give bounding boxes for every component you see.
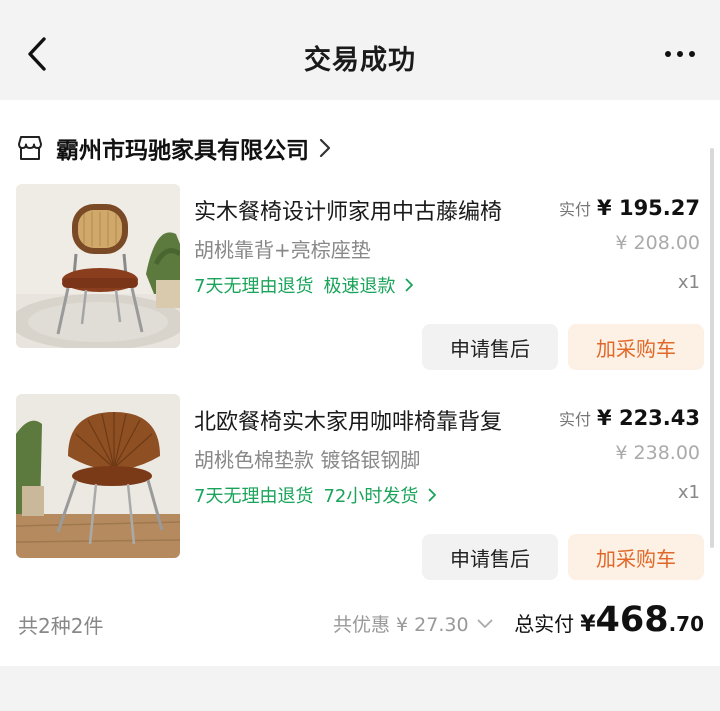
quantity: x1	[677, 482, 700, 503]
item-count: 共2种2件	[18, 614, 104, 638]
quantity: x1	[677, 272, 700, 293]
original-price: ¥ 238.00	[615, 442, 700, 464]
total-paid-integer: 468	[595, 600, 669, 640]
product-image-rattan-chair[interactable]	[16, 184, 180, 348]
chevron-right-icon	[406, 278, 414, 292]
order-item: 北欧餐椅实木家用咖啡椅靠背复 胡桃色棉垫款 镀铬银钢脚 7天无理由退货 72小时…	[16, 394, 706, 590]
order-item: 实木餐椅设计师家用中古藤编椅 胡桃靠背+亮棕座垫 7天无理由退货 极速退款 实付…	[16, 184, 706, 380]
product-sku: 胡桃色棉垫款 镀铬银钢脚	[194, 448, 421, 472]
chevron-right-icon	[319, 138, 331, 158]
after-sale-button[interactable]: 申请售后	[422, 534, 558, 580]
more-dots-icon	[665, 51, 671, 57]
product-title[interactable]: 北欧餐椅实木家用咖啡椅靠背复	[194, 404, 502, 436]
more-dot	[677, 51, 683, 57]
product-sku: 胡桃靠背+亮棕座垫	[194, 238, 371, 262]
navigation-bar: 交易成功	[0, 0, 720, 100]
actual-price-label: 实付	[559, 200, 592, 219]
page-title: 交易成功	[304, 45, 416, 76]
chevron-right-icon	[428, 488, 437, 502]
return-policy-tag: 7天无理由退货	[194, 276, 314, 297]
total-paid: 总实付 ¥ 468 .70	[514, 600, 704, 640]
scrollbar[interactable]	[710, 148, 714, 548]
service-tags[interactable]: 7天无理由退货 72小时发货	[194, 482, 437, 508]
currency-symbol: ¥	[580, 612, 596, 637]
discount-total: 共优惠 ¥ 27.30	[333, 614, 469, 636]
total-paid-decimal: .70	[668, 612, 704, 636]
original-price: ¥ 208.00	[615, 232, 700, 254]
fast-refund-tag: 极速退款	[323, 276, 396, 297]
chevron-down-icon	[477, 619, 492, 628]
total-paid-label: 总实付	[514, 612, 575, 636]
shipping-time-tag: 72小时发货	[323, 486, 419, 507]
store-icon	[18, 136, 42, 160]
service-tags[interactable]: 7天无理由退货 极速退款	[194, 272, 414, 298]
more-dot	[689, 51, 695, 57]
after-sale-button[interactable]: 申请售后	[422, 324, 558, 370]
add-to-cart-button[interactable]: 加采购车	[568, 534, 704, 580]
order-summary: 共2种2件 共优惠 ¥ 27.30 总实付 ¥ 468 .70	[0, 600, 720, 644]
shop-name: 霸州市玛驰家具有限公司	[56, 138, 309, 164]
product-image-shell-chair[interactable]	[16, 394, 180, 558]
actual-price-label: 实付	[559, 410, 592, 429]
more-button[interactable]	[658, 40, 702, 68]
actual-price-value: ¥ 195.27	[597, 196, 700, 220]
actual-price-value: ¥ 223.43	[597, 406, 700, 430]
shop-link[interactable]: 霸州市玛驰家具有限公司	[16, 128, 331, 168]
discount-toggle[interactable]: 共优惠 ¥ 27.30	[333, 610, 493, 637]
actual-price: 实付 ¥ 223.43	[559, 406, 700, 430]
product-title[interactable]: 实木餐椅设计师家用中古藤编椅	[194, 194, 502, 226]
actual-price: 实付 ¥ 195.27	[559, 196, 700, 220]
return-policy-tag: 7天无理由退货	[194, 486, 314, 507]
add-to-cart-button[interactable]: 加采购车	[568, 324, 704, 370]
